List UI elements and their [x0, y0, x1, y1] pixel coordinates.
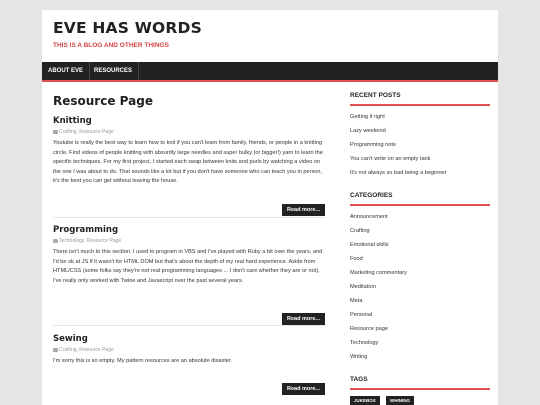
widget-title-tags: TAGS — [350, 376, 368, 383]
nav-item-about-eve[interactable]: ABOUT EVE — [42, 62, 91, 80]
read-more-button[interactable]: Read more... — [281, 313, 325, 325]
folder-icon — [53, 348, 58, 352]
widget-rule — [350, 104, 490, 106]
category-link[interactable]: Personal — [350, 312, 490, 318]
recent-post-link[interactable]: You can't write on an empty tank — [350, 156, 490, 162]
recent-post-link[interactable]: Programming note — [350, 142, 490, 148]
post-knitting: Knitting Crafting, Resource Page Youtube… — [53, 116, 325, 216]
site-title[interactable]: EVE HAS WORDS — [53, 19, 202, 37]
category-link[interactable]: Meditation — [350, 284, 490, 290]
widget-rule — [350, 388, 490, 390]
recent-post-link[interactable]: Getting it right — [350, 114, 490, 120]
post-title[interactable]: Knitting — [53, 116, 92, 126]
read-more-button[interactable]: Read more... — [281, 383, 325, 395]
page-container: EVE HAS WORDS THIS IS A BLOG AND OTHER T… — [42, 10, 498, 405]
widget-title-recent-posts: RECENT POSTS — [350, 92, 401, 99]
category-link[interactable]: Crafting — [350, 228, 490, 234]
category-link[interactable]: Meta — [350, 298, 490, 304]
widget-title-categories: CATEGORIES — [350, 192, 393, 199]
page-title: Resource Page — [53, 94, 153, 108]
category-link[interactable]: Resource page — [350, 326, 490, 332]
post-categories[interactable]: Technology, Resource Page — [59, 238, 121, 244]
read-more-button[interactable]: Read more... — [281, 204, 325, 216]
nav-item-resources[interactable]: RESOURCES — [88, 62, 140, 80]
tag-whining[interactable]: WHINING — [386, 396, 414, 405]
site-header: EVE HAS WORDS THIS IS A BLOG AND OTHER T… — [42, 10, 498, 62]
post-categories[interactable]: Crafting, Resource Page — [59, 347, 114, 353]
tag-jukebox[interactable]: JUKEBOX — [350, 396, 380, 405]
category-link[interactable]: Food — [350, 256, 490, 262]
post-categories[interactable]: Crafting, Resource Page — [59, 129, 114, 135]
post-excerpt: Youtube is really the best way to learn … — [53, 140, 323, 185]
recent-post-link[interactable]: It's not always so bad being a beginner — [350, 170, 490, 176]
category-link[interactable]: Marketing commentary — [350, 270, 490, 276]
post-title[interactable]: Sewing — [53, 334, 88, 344]
folder-icon — [53, 130, 58, 134]
post-excerpt: There isn't much to this section. I used… — [53, 249, 323, 284]
post-title[interactable]: Programming — [53, 225, 118, 235]
widget-rule — [350, 204, 490, 206]
category-link[interactable]: Technology — [350, 340, 490, 346]
main-navigation: ABOUT EVE RESOURCES — [42, 62, 498, 80]
category-link[interactable]: Announcement — [350, 214, 490, 220]
category-link[interactable]: Emotional skills — [350, 242, 490, 248]
post-excerpt: I'm sorry this is so empty. My pattern r… — [53, 358, 233, 364]
recent-post-link[interactable]: Lazy weekend — [350, 128, 490, 134]
nav-accent-bar — [42, 80, 498, 82]
post-programming: Programming Technology, Resource Page Th… — [53, 225, 325, 325]
post-divider — [53, 217, 325, 218]
post-sewing: Sewing Crafting, Resource Page I'm sorry… — [53, 334, 325, 400]
category-link[interactable]: Writing — [350, 354, 490, 360]
site-tagline: THIS IS A BLOG AND OTHER THINGS — [53, 42, 169, 49]
post-divider — [53, 325, 325, 326]
folder-icon — [53, 239, 58, 243]
